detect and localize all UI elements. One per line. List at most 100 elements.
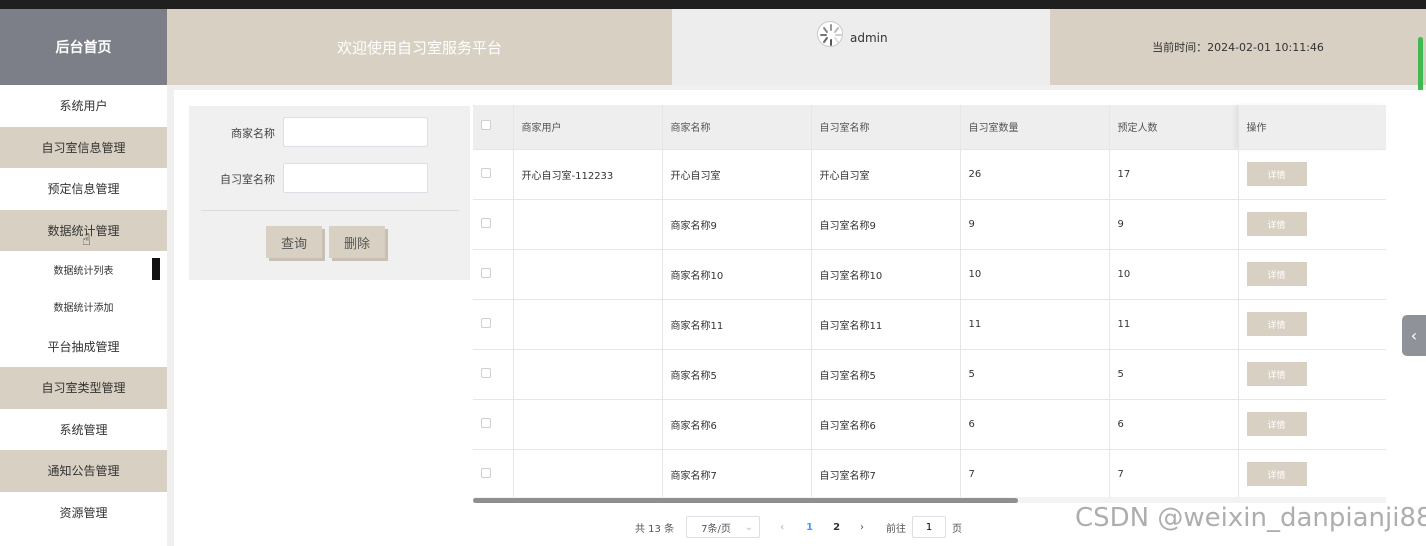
delete-button[interactable]: 删除 bbox=[329, 226, 385, 258]
cell-room-count: 9 bbox=[960, 198, 1110, 249]
username-label[interactable]: admin bbox=[850, 31, 888, 45]
row-checkbox[interactable] bbox=[481, 267, 491, 278]
cell-merchant-name: 商家名称10 bbox=[662, 248, 812, 299]
sidebar: 系统用户 自习室信息管理 预定信息管理 数据统计管理 数据统计列表 数据统计添加… bbox=[0, 85, 167, 546]
row-checkbox[interactable] bbox=[481, 217, 491, 228]
cell-room-name: 自习室名称11 bbox=[811, 298, 961, 349]
sidebar-item-statistics[interactable]: 数据统计管理 bbox=[0, 209, 167, 252]
cell-room-name: 自习室名称6 bbox=[811, 398, 961, 449]
sidebar-subitem-statistics-list[interactable]: 数据统计列表 bbox=[0, 251, 167, 289]
table-row: 商家名称10 自习室名称10 10 10 详情 bbox=[473, 248, 1386, 299]
goto-label: 前往 bbox=[886, 523, 907, 535]
sidebar-subitem-label: 数据统计列表 bbox=[53, 266, 114, 278]
cell-actions: 详情 bbox=[1238, 398, 1386, 449]
current-time: 当前时间：2024-02-01 10:11:46 bbox=[1050, 9, 1426, 85]
cell-merchant-user bbox=[513, 198, 663, 249]
sidebar-subitem-statistics-add[interactable]: 数据统计添加 bbox=[0, 288, 167, 326]
detail-button[interactable]: 详情 bbox=[1246, 162, 1307, 186]
merchant-label: 商家名称 bbox=[231, 127, 275, 140]
col-header: 自习室数量 bbox=[960, 105, 1110, 149]
sidebar-item-notices[interactable]: 通知公告管理 bbox=[0, 450, 167, 492]
table-header-row: 商家用户 商家名称 自习室名称 自习室数量 预定人数 操作 bbox=[473, 105, 1386, 149]
cell-actions: 详情 bbox=[1238, 198, 1386, 249]
cell-merchant-name: 商家名称7 bbox=[662, 448, 812, 499]
sidebar-item-system-users[interactable]: 系统用户 bbox=[0, 85, 167, 127]
detail-button[interactable]: 详情 bbox=[1246, 362, 1307, 386]
cell-room-count: 6 bbox=[960, 398, 1110, 449]
row-checkbox[interactable] bbox=[481, 367, 491, 378]
row-checkbox[interactable] bbox=[481, 317, 491, 328]
cell-merchant-user bbox=[513, 298, 663, 349]
prev-page-icon[interactable]: ‹ bbox=[780, 522, 784, 533]
chevron-down-icon: ⌄ bbox=[744, 521, 754, 533]
cell-booked-count: 10 bbox=[1109, 248, 1239, 299]
watermark: CSDN @weixin_danpianji889 bbox=[1075, 503, 1426, 533]
sidebar-item-room-types[interactable]: 自习室类型管理 bbox=[0, 366, 167, 409]
user-area: admin bbox=[672, 9, 1050, 85]
col-header: 预定人数 bbox=[1109, 105, 1239, 149]
cell-room-count: 26 bbox=[960, 148, 1110, 199]
select-all-checkbox-cell[interactable] bbox=[473, 105, 514, 149]
sidebar-item-system-admin[interactable]: 系统管理 bbox=[0, 409, 167, 451]
room-name-input[interactable] bbox=[283, 163, 428, 193]
sidebar-item-resources[interactable]: 资源管理 bbox=[0, 492, 167, 534]
cell-booked-count: 9 bbox=[1109, 198, 1239, 249]
chevron-left-icon: ‹ bbox=[1410, 326, 1418, 345]
table-row: 商家名称5 自习室名称5 5 5 详情 bbox=[473, 348, 1386, 399]
cell-room-name: 自习室名称7 bbox=[811, 448, 961, 499]
col-header: 自习室名称 bbox=[811, 105, 961, 149]
cell-merchant-name: 商家名称9 bbox=[662, 198, 812, 249]
detail-button[interactable]: 详情 bbox=[1246, 212, 1307, 236]
sidebar-item-booking-info[interactable]: 预定信息管理 bbox=[0, 168, 167, 210]
row-checkbox-cell[interactable] bbox=[473, 398, 514, 449]
total-count: 共 13 条 bbox=[635, 523, 675, 535]
merchant-name-input[interactable] bbox=[283, 117, 428, 147]
col-header: 操作 bbox=[1238, 105, 1386, 149]
sidebar-item-room-info[interactable]: 自习室信息管理 bbox=[0, 126, 167, 169]
row-checkbox[interactable] bbox=[481, 417, 491, 428]
table-row: 开心自习室-112233 开心自习室 开心自习室 26 17 详情 bbox=[473, 148, 1386, 199]
col-header: 商家名称 bbox=[662, 105, 812, 149]
row-checkbox-cell[interactable] bbox=[473, 448, 514, 499]
cell-merchant-name: 商家名称5 bbox=[662, 348, 812, 399]
next-page-icon[interactable]: › bbox=[860, 522, 864, 533]
welcome-banner: 欢迎使用自习室服务平台 bbox=[167, 9, 672, 85]
cell-actions: 详情 bbox=[1238, 248, 1386, 299]
page-suffix: 页 bbox=[952, 523, 963, 535]
row-checkbox[interactable] bbox=[481, 167, 491, 178]
cell-merchant-user bbox=[513, 248, 663, 299]
row-checkbox-cell[interactable] bbox=[473, 198, 514, 249]
cell-booked-count: 17 bbox=[1109, 148, 1239, 199]
select-all-checkbox[interactable] bbox=[481, 120, 491, 131]
row-checkbox-cell[interactable] bbox=[473, 348, 514, 399]
row-checkbox-cell[interactable] bbox=[473, 298, 514, 349]
detail-button[interactable]: 详情 bbox=[1246, 262, 1307, 286]
window-top-strip bbox=[0, 0, 1426, 9]
data-table: 商家用户 商家名称 自习室名称 自习室数量 预定人数 操作 开心自习室-1122… bbox=[473, 105, 1386, 499]
row-checkbox-cell[interactable] bbox=[473, 148, 514, 199]
avatar[interactable] bbox=[817, 21, 843, 47]
cell-merchant-name: 商家名称6 bbox=[662, 398, 812, 449]
page-scrollbar-indicator[interactable] bbox=[1418, 37, 1423, 92]
sidebar-item-commission[interactable]: 平台抽成管理 bbox=[0, 325, 167, 367]
row-checkbox-cell[interactable] bbox=[473, 248, 514, 299]
page-1[interactable]: 1 bbox=[806, 522, 813, 533]
cell-room-name: 开心自习室 bbox=[811, 148, 961, 199]
cell-booked-count: 11 bbox=[1109, 298, 1239, 349]
table-row: 商家名称6 自习室名称6 6 6 详情 bbox=[473, 398, 1386, 449]
query-button[interactable]: 查询 bbox=[266, 226, 322, 258]
cell-merchant-user bbox=[513, 398, 663, 449]
collapse-panel-button[interactable]: ‹ bbox=[1402, 315, 1426, 356]
scrollbar-thumb[interactable] bbox=[473, 498, 1018, 503]
home-link[interactable]: 后台首页 bbox=[0, 9, 167, 85]
detail-button[interactable]: 详情 bbox=[1246, 412, 1307, 436]
page-size-select[interactable]: 7条/页 ⌄ bbox=[686, 516, 761, 538]
detail-button[interactable]: 详情 bbox=[1246, 312, 1307, 336]
detail-button[interactable]: 详情 bbox=[1246, 462, 1307, 487]
cell-room-name: 自习室名称5 bbox=[811, 348, 961, 399]
page-2[interactable]: 2 bbox=[833, 522, 840, 533]
cell-actions: 详情 bbox=[1238, 148, 1386, 199]
row-checkbox[interactable] bbox=[481, 467, 491, 478]
goto-page-input[interactable] bbox=[912, 516, 947, 538]
cell-merchant-user bbox=[513, 448, 663, 499]
